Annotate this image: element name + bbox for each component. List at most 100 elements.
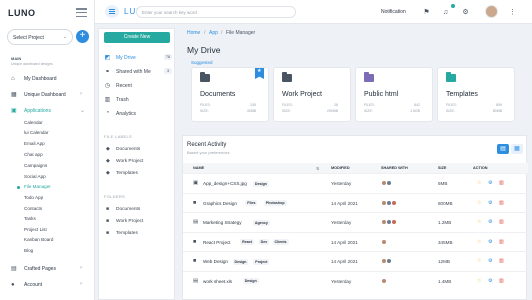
nav-my-drive[interactable]: ◩ My Drive 78 [99,52,176,63]
label-templates[interactable]: ◆ Templates [99,168,176,178]
folder-card-public-html[interactable]: Public html FILES: 842 SIZE: 1.5GB [355,67,433,122]
file-tag: Clients [272,239,289,245]
avatar[interactable] [485,5,498,18]
bookmark-icon[interactable]: ★ [255,68,264,79]
pages-icon: ▤ [11,266,17,272]
sidebar-subitem-campaigns[interactable]: Campaigns [0,161,95,170]
sidebar-item-label: Crafted Pages [24,266,56,272]
search-input[interactable]: Enter your search key word [136,6,296,18]
folder-icon [364,72,374,82]
star-icon[interactable]: ☆ [477,219,481,225]
gear-icon[interactable]: ⚙ [488,239,492,245]
sort-icon[interactable]: ⇅ [316,166,319,171]
file-manager-panel: Create New ◩ My Drive 78 ⚭ Shared with M… [98,28,175,300]
language-icon[interactable]: ⚑ [422,8,431,17]
sidebar-subitem-blog[interactable]: Blog [0,246,95,255]
card-title: Documents [200,91,236,98]
bell-icon[interactable]: ♫ [441,8,450,17]
nav-recent[interactable]: ◷ Recent [99,80,176,91]
grid-apps-icon[interactable]: ⚙ [461,8,470,17]
sidebar-subitem-social-app[interactable]: Social App [0,172,95,181]
nav-analytics[interactable]: ◔ Analytics [99,108,176,119]
folder-documents[interactable]: ■ Documents [99,204,176,214]
star-icon[interactable]: ☆ [477,200,481,206]
project-select[interactable]: Select Project ⌄ [7,29,73,45]
column-name[interactable]: NAME [193,166,204,170]
delete-icon[interactable]: ▥ [499,239,504,245]
folder-card-work-project[interactable]: Work Project FILES: 28 SIZE: 250MB [273,67,351,122]
notification-link[interactable]: Notification [381,9,406,15]
nav-trash[interactable]: ▥ Trash [99,94,176,105]
file-name[interactable]: Web Design [203,259,228,264]
sidebar-subitem-todo-app[interactable]: Todo App [0,193,95,202]
add-project-button[interactable]: + [76,30,89,43]
table-row[interactable]: ■ Web Design Design Project 14 April 2021 12M… [183,251,528,270]
sidebar-subitem-email-app[interactable]: Email App [0,139,95,148]
grid-view-button[interactable]: ▦ [511,144,523,154]
folder-name: Documents [116,207,141,212]
gear-icon[interactable]: ⚙ [488,278,492,284]
sidebar-subitem-lui-calendar[interactable]: lui Calendar [0,128,95,137]
hamburger-icon[interactable] [76,8,87,17]
gear-icon[interactable]: ⚙ [488,180,492,186]
breadcrumb-app[interactable]: App [209,30,218,36]
delete-icon[interactable]: ▥ [499,258,504,264]
gear-icon[interactable]: ⚙ [488,258,492,264]
card-files-value: 899 [496,103,502,107]
gear-icon[interactable]: ⚙ [488,219,492,225]
file-tag: Project [253,258,270,265]
create-new-button[interactable]: Create New [104,32,170,43]
table-row[interactable]: ▤ Marketing Strategy Agency Yesterday 1.2MB ☆… [183,212,528,231]
card-size-label: SIZE: [364,109,373,113]
file-name[interactable]: Graphics Design [203,201,237,206]
sidebar-item-account[interactable]: ● Account › [0,279,95,291]
delete-icon[interactable]: ▥ [499,200,504,206]
brand-logo[interactable]: LUNO [8,8,36,18]
star-icon[interactable]: ☆ [477,278,481,284]
star-icon[interactable]: ☆ [477,239,481,245]
sidebar-subitem-kanban-board[interactable]: Kanban Board [0,235,95,244]
label-work-project[interactable]: ◆ Work Project [99,156,176,166]
sidebar-subitem-file-manager[interactable]: File Manager [0,182,95,191]
sidebar-subitem-calendar[interactable]: Calendar [0,118,95,127]
folder-templates[interactable]: ■ Templates [99,228,176,238]
sidebar-subitem-chat-app[interactable]: Chat app [0,150,95,159]
sidebar-subitem-label: Chat app [24,152,43,157]
delete-icon[interactable]: ▥ [499,180,504,186]
sidebar-subitem-project-list[interactable]: Project List [0,225,95,234]
breadcrumb-home[interactable]: Home [187,30,200,36]
star-icon[interactable]: ☆ [477,180,481,186]
clock-icon: ◷ [104,83,111,89]
gear-icon[interactable]: ⚙ [488,200,492,206]
table-row[interactable]: ▣ App_design+CSS.jpg Design Yesterday 5MB ☆ ⚙ ▥ [183,173,528,192]
file-labels-heading: FILE LABELS [104,134,132,139]
sidebar-subitem-tasks[interactable]: Tasks [0,214,95,223]
table-row[interactable]: ■ Graphics Design Files Photoshop 14 April 2… [183,192,528,212]
menu-toggle-icon[interactable] [105,5,119,18]
list-view-button[interactable]: ▤ [497,144,509,154]
sidebar-item-crafted-pages[interactable]: ▤ Crafted Pages › [0,263,95,275]
column-modified[interactable]: MODIFIED [331,166,350,170]
delete-icon[interactable]: ▥ [499,219,504,225]
folder-card-documents[interactable]: ★ Documents FILES: 245 SIZE: 40MB [191,67,269,122]
folder-work-project[interactable]: ■ Work Project [99,216,176,226]
nav-shared-with-me[interactable]: ⚭ Shared with Me 3 [99,66,176,77]
file-tag: Dev [258,239,270,245]
sidebar-subitem-contacts[interactable]: Contacts [0,204,95,213]
sidebar-item-applications[interactable]: ▣ Applications ⌄ [0,105,95,117]
sidebar-item-unique-dashboard[interactable]: ▦ Unique Dashboard › [0,89,95,101]
sidebar-item-my-dashboard[interactable]: ⌂ My Dashboard [0,73,95,85]
file-name[interactable]: work sheet.xls [203,279,232,284]
more-icon[interactable]: ⋮ [508,8,517,17]
file-name[interactable]: Marketing Strategy [203,220,242,225]
folder-card-templates[interactable]: Templates FILES: 899 SIZE: 80MB [437,67,515,122]
column-size[interactable]: SIZE [438,166,446,170]
table-row[interactable]: ▤ work sheet.xls Design Yesterday 1.4MB ☆ ⚙ ▥ [183,270,528,290]
file-name[interactable]: React Project [203,240,231,245]
delete-icon[interactable]: ▥ [499,278,504,284]
label-documents[interactable]: ◆ Documents [99,144,176,154]
page-title: My Drive [187,45,221,55]
star-icon[interactable]: ☆ [477,258,481,264]
table-row[interactable]: ■ React Project React Dev Clients 14 April 20… [183,231,528,251]
file-name[interactable]: App_design+CSS.jpg [203,181,247,186]
